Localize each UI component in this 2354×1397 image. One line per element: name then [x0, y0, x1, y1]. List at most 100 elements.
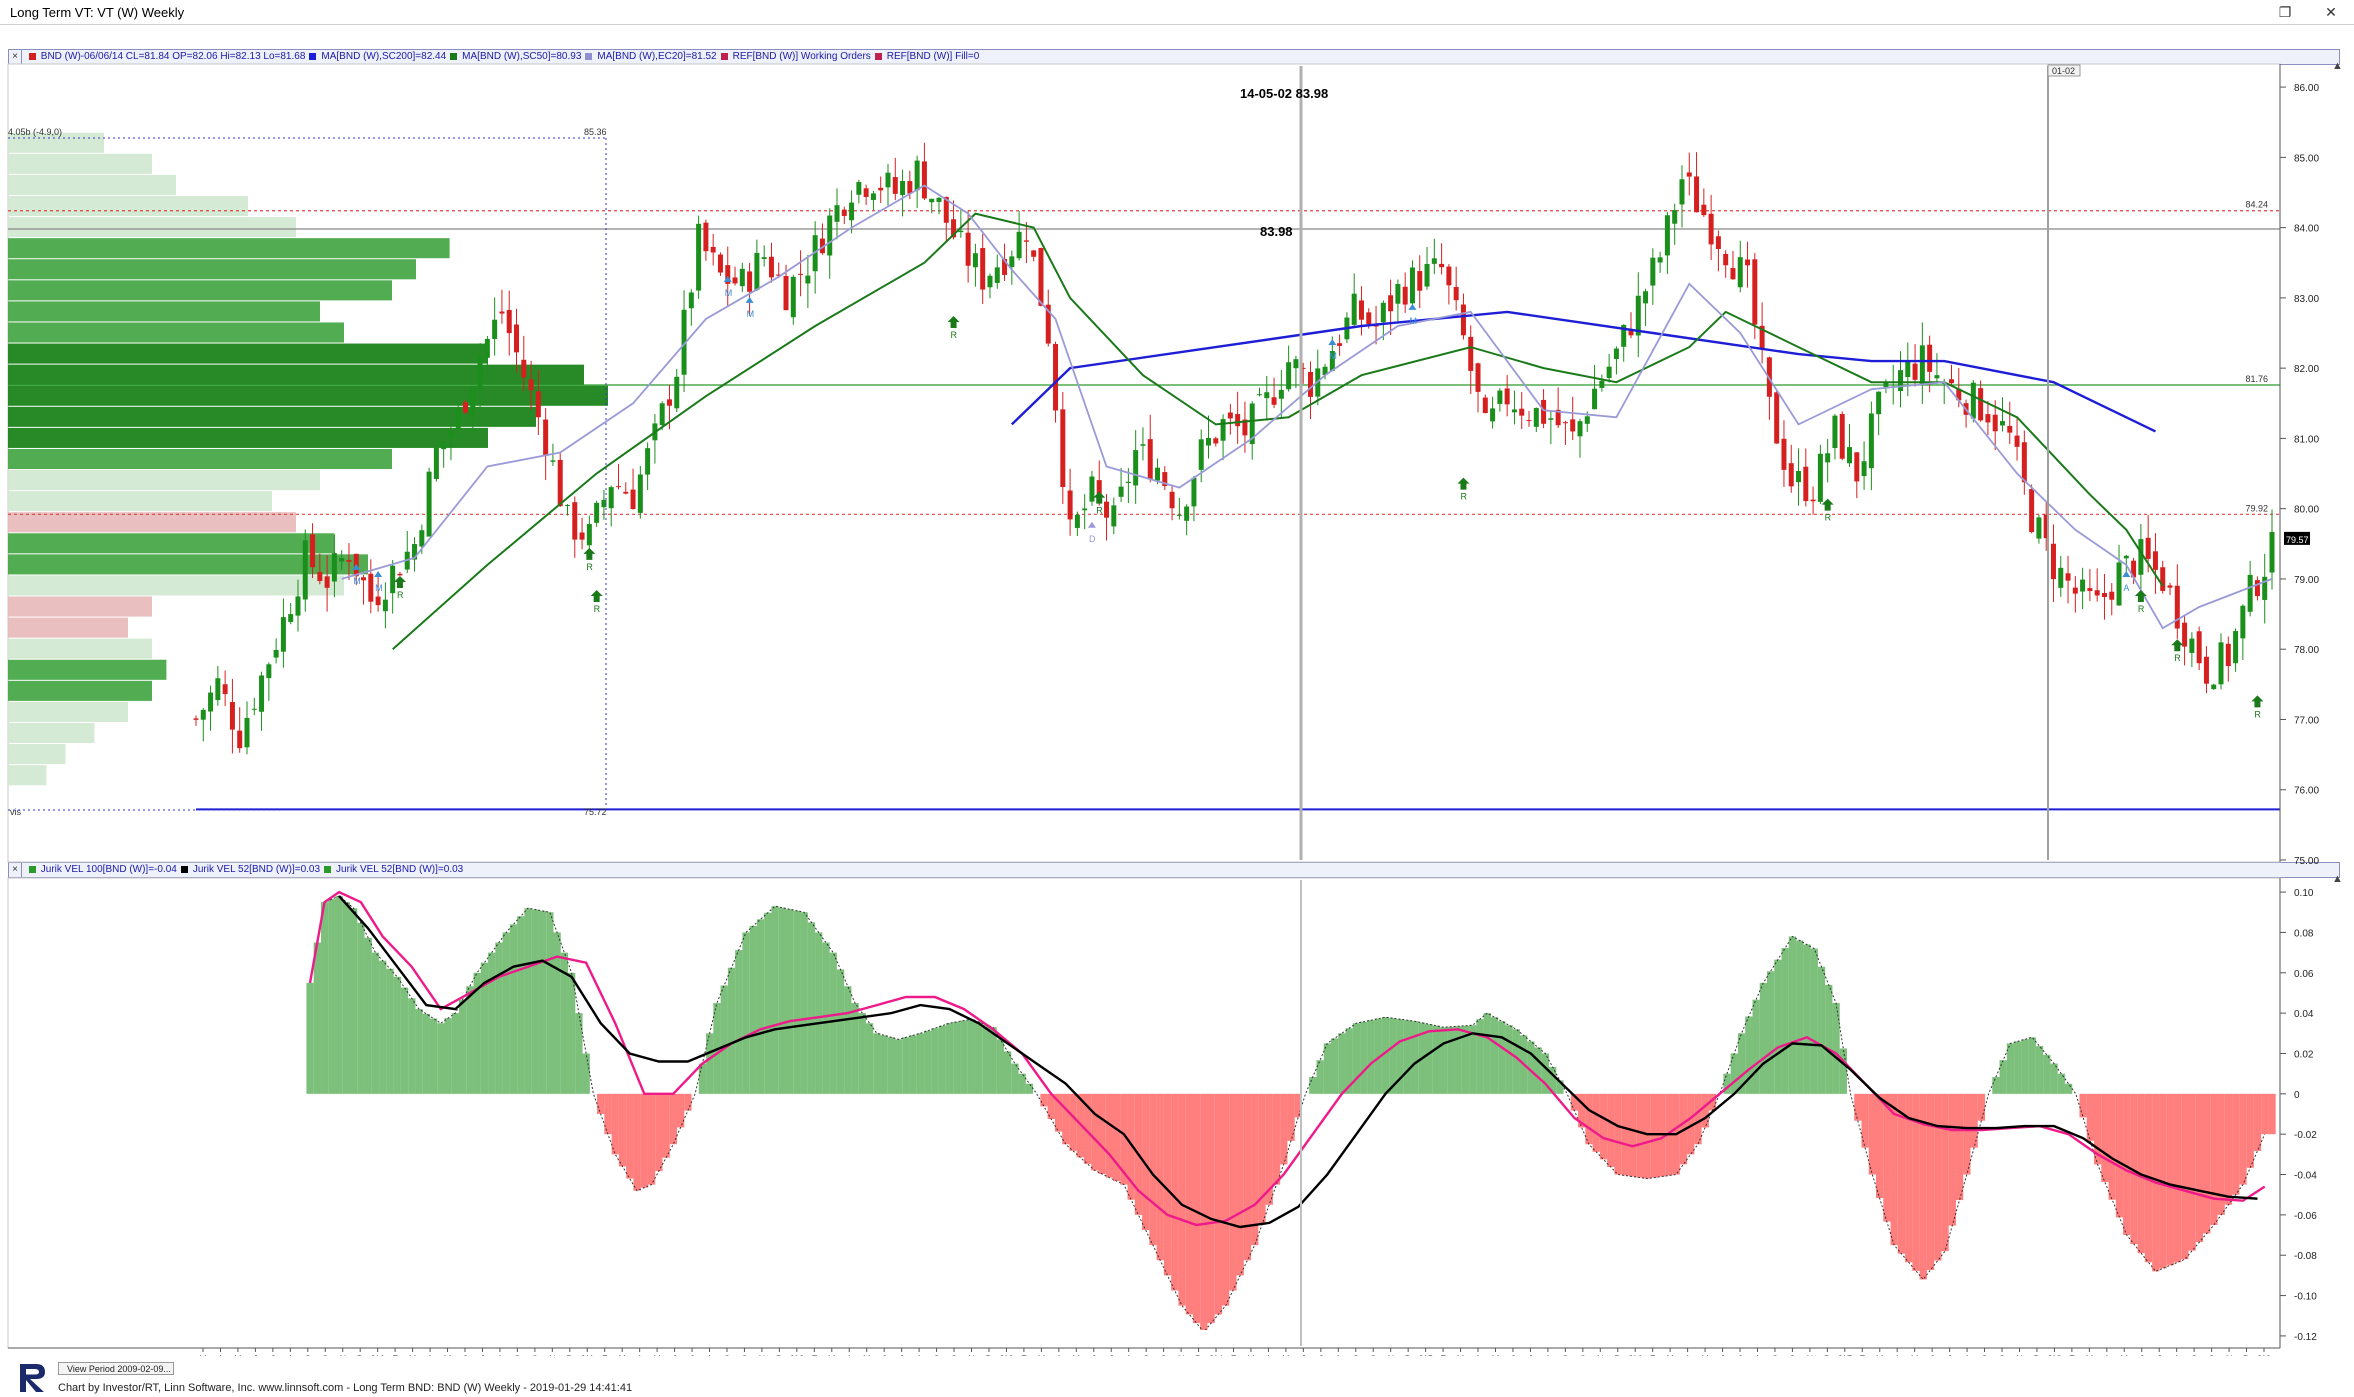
candle-body: [2087, 588, 2093, 592]
velocity-bar: [1309, 1077, 1317, 1094]
view-period-selector[interactable]: View Period 2009-02-09...: [58, 1362, 174, 1375]
candle-body: [1861, 461, 1867, 477]
velocity-bar: [1832, 1003, 1840, 1094]
velocity-bar: [945, 1023, 954, 1094]
candle-body: [914, 160, 920, 191]
signal-label: M: [747, 309, 755, 319]
velocity-bar: [364, 937, 372, 1094]
chart-canvas[interactable]: M M R R R M M R D R M M R R A R R R 79.57 84.24 81.76 79.92 8…: [0, 0, 2354, 1356]
velocity-bar: [1810, 948, 1818, 1094]
velocity-bar: [459, 999, 467, 1094]
velocity-bar: [379, 960, 387, 1094]
candle-body: [827, 215, 833, 256]
velocity-bar: [582, 1053, 590, 1094]
signal-label: R: [2174, 653, 2181, 663]
candle-body: [1169, 491, 1175, 509]
candle-body: [550, 460, 556, 462]
candle-body: [1147, 439, 1153, 480]
velocity-bar: [1970, 1093, 1978, 1148]
footer-credit: Chart by Investor/RT, Linn Software, Inc…: [58, 1382, 633, 1394]
candle-body: [1155, 467, 1161, 481]
price-level-tag: 84.24: [2245, 200, 2268, 210]
volume-profile-bar: [8, 765, 47, 786]
volume-profile-bar: [8, 575, 344, 596]
candle-body: [324, 576, 330, 588]
signal-label: D: [1089, 534, 1096, 544]
volume-profile-bar: [8, 195, 248, 217]
candle-body: [1788, 463, 1794, 487]
candle-body: [528, 379, 534, 391]
candle-body: [1854, 452, 1860, 482]
velocity-bar: [662, 1093, 670, 1158]
cursor-readout: 14-05-02 83.98: [1240, 86, 1328, 101]
velocity-bar: [393, 976, 401, 1094]
candle-body: [1104, 501, 1110, 518]
velocity-bar: [967, 1019, 975, 1094]
candle-body: [1439, 263, 1445, 268]
velocity-bar: [1781, 948, 1789, 1094]
velocity-bar: [647, 1093, 656, 1185]
velocity-bar: [1171, 1093, 1179, 1291]
candle-body: [2029, 489, 2035, 533]
candle-body: [244, 717, 250, 748]
volume-profile-bar: [8, 280, 392, 301]
candle-body: [615, 486, 621, 488]
volume-profile-bar: [8, 238, 450, 259]
velocity-bar: [844, 986, 852, 1094]
velocity-bar: [778, 907, 787, 1094]
velocity-bar: [408, 998, 416, 1094]
velocity-bar: [887, 1037, 896, 1094]
candle-body: [1643, 291, 1649, 304]
candle-body: [586, 524, 592, 546]
candle-body: [666, 399, 672, 406]
candle-body: [419, 530, 425, 547]
candle-body: [2123, 555, 2129, 559]
candle-body: [1730, 268, 1736, 280]
velocity-bar: [2224, 1093, 2233, 1205]
velocity-bar: [1955, 1093, 1964, 1201]
candle-body: [1118, 486, 1124, 497]
velocity-bar: [2253, 1093, 2262, 1151]
profile-top-label: 85.36: [584, 127, 607, 137]
velocity-bar: [568, 972, 576, 1094]
candle-body: [1235, 414, 1241, 427]
velocity-bar: [931, 1028, 939, 1094]
velocity-bar: [1512, 1029, 1520, 1094]
candle-body: [1672, 210, 1678, 224]
velocity-bar: [756, 919, 765, 1094]
velocity-bar: [1650, 1093, 1659, 1178]
volume-profile-bar: [8, 301, 320, 322]
velocity-bar: [1280, 1093, 1288, 1165]
price-axis-label: 86.00: [2294, 83, 2319, 94]
candle-body: [2247, 574, 2253, 612]
velocity-bar: [1272, 1093, 1281, 1185]
candle-body: [1533, 408, 1539, 427]
candle-body: [2145, 537, 2151, 559]
candle-body: [1825, 453, 1831, 463]
velocity-bar: [1992, 1077, 2000, 1094]
velocity-bar: [1229, 1093, 1237, 1291]
price-axis-label: 78.00: [2294, 645, 2319, 656]
velocity-bar: [1338, 1033, 1346, 1094]
velocity-bar: [815, 932, 823, 1094]
candle-body: [1504, 388, 1510, 405]
candle-body: [564, 504, 570, 506]
candle-body: [703, 222, 709, 252]
velocity-bar: [2195, 1093, 2204, 1243]
velocity-bar: [1628, 1093, 1637, 1177]
velocity-bar: [633, 1093, 641, 1191]
velocity-bar: [604, 1093, 612, 1135]
candle-body: [1839, 413, 1845, 459]
candle-body: [1191, 477, 1197, 507]
candle-body: [1999, 421, 2005, 426]
volume-profile-bar: [8, 722, 95, 744]
candle-body: [382, 599, 388, 612]
candle-body: [2109, 591, 2115, 600]
velocity-bar: [829, 952, 837, 1094]
velocity-bar: [342, 902, 351, 1094]
osc-axis-label: 0.04: [2294, 1009, 2314, 1020]
osc-axis-label: 0: [2294, 1090, 2300, 1101]
volume-profile-bar: [8, 343, 488, 364]
velocity-bar: [1156, 1093, 1164, 1261]
candle-body: [2152, 551, 2158, 570]
